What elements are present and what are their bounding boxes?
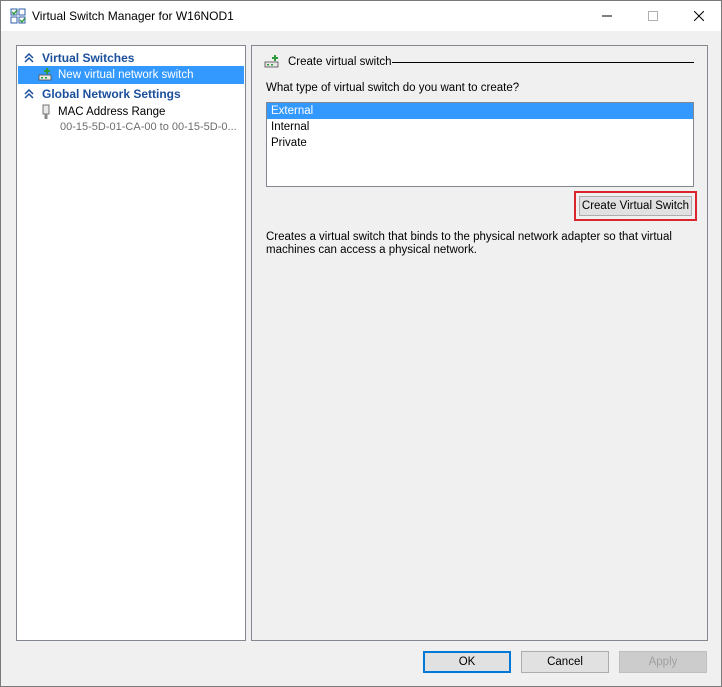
navigation-tree[interactable]: Virtual Switches New virtual network swi…	[16, 45, 246, 641]
mac-range-value: 00-15-5D-01-CA-00 to 00-15-5D-0...	[60, 121, 237, 133]
section-heading: Create virtual switch	[264, 54, 392, 70]
switch-type-description: Creates a virtual switch that binds to t…	[266, 231, 672, 256]
option-internal[interactable]: Internal	[267, 119, 693, 135]
virtual-switch-manager-window: Virtual Switch Manager for W16NOD1 Virtu…	[0, 0, 722, 687]
collapse-chevron-icon[interactable]	[22, 87, 36, 101]
maximize-button[interactable]	[630, 1, 676, 31]
create-switch-highlight: Create Virtual Switch	[574, 191, 697, 221]
option-external[interactable]: External	[267, 103, 693, 119]
section-divider	[392, 62, 694, 63]
switch-manager-app-icon	[10, 8, 26, 24]
option-private[interactable]: Private	[267, 135, 693, 151]
window-title: Virtual Switch Manager for W16NOD1	[32, 9, 234, 23]
minimize-button[interactable]	[584, 1, 630, 31]
tree-header-label: Global Network Settings	[42, 86, 181, 101]
title-bar[interactable]: Virtual Switch Manager for W16NOD1	[1, 1, 721, 31]
collapse-chevron-icon[interactable]	[22, 51, 36, 65]
tree-item-label: New virtual network switch	[58, 69, 194, 81]
cancel-button[interactable]: Cancel	[521, 651, 609, 673]
create-switch-icon	[264, 55, 279, 68]
tree-item-new-virtual-switch[interactable]: New virtual network switch	[18, 66, 244, 84]
maximize-icon	[648, 11, 658, 21]
create-virtual-switch-button[interactable]: Create Virtual Switch	[579, 196, 692, 216]
new-switch-icon	[38, 68, 52, 81]
tree-header-global-network-settings[interactable]: Global Network Settings	[18, 85, 244, 102]
switch-type-listbox[interactable]: External Internal Private	[266, 102, 694, 187]
tree-item-mac-address-range[interactable]: MAC Address Range	[18, 103, 244, 121]
minimize-icon	[602, 15, 612, 17]
tree-item-label: MAC Address Range	[58, 106, 166, 118]
switch-type-question: What type of virtual switch do you want …	[266, 82, 520, 94]
close-button[interactable]	[676, 1, 722, 31]
tree-header-virtual-switches[interactable]: Virtual Switches	[18, 49, 244, 66]
tree-header-label: Virtual Switches	[42, 50, 135, 65]
content-pane: Create virtual switch What type of virtu…	[251, 45, 708, 641]
network-adapter-icon	[42, 104, 50, 119]
section-title: Create virtual switch	[288, 56, 392, 68]
close-icon	[694, 11, 704, 21]
apply-button[interactable]: Apply	[619, 651, 707, 673]
ok-button[interactable]: OK	[423, 651, 511, 673]
